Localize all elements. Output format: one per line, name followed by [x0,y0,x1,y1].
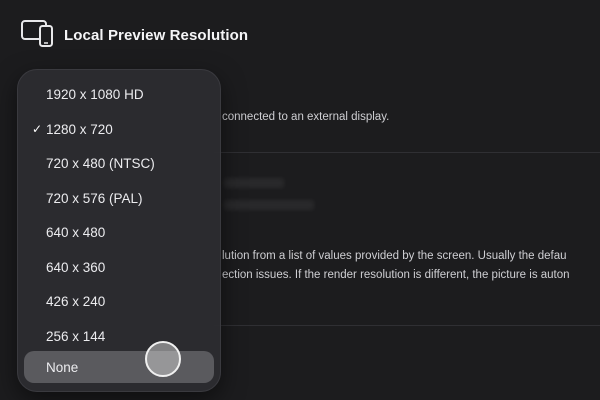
paragraph-text-line1: lution from a list of values provided by… [222,250,567,262]
menu-item-label: 1280 x 720 [46,121,113,137]
menu-item-label: 1920 x 1080 HD [46,86,144,102]
divider [214,325,600,326]
resolution-dropdown-menu: 1920 x 1080 HD ✓ 1280 x 720 720 x 480 (N… [17,69,221,392]
devices-icon [20,18,56,53]
menu-item-1920x1080[interactable]: 1920 x 1080 HD [24,78,214,110]
description-text: connected to an external display. [222,111,390,123]
pointer-cursor-icon [145,341,181,377]
checkmark-icon: ✓ [32,122,43,136]
menu-item-label: 720 x 576 (PAL) [46,190,143,206]
menu-item-label: 640 x 480 [46,224,106,240]
blurred-label [224,178,284,188]
settings-header: Local Preview Resolution [20,18,249,53]
menu-item-1280x720[interactable]: ✓ 1280 x 720 [24,113,214,145]
menu-item-720x576[interactable]: 720 x 576 (PAL) [24,182,214,214]
menu-item-720x480[interactable]: 720 x 480 (NTSC) [24,147,214,179]
menu-item-label: 426 x 240 [46,293,106,309]
menu-item-label: 256 x 144 [46,328,106,344]
page-title: Local Preview Resolution [64,26,249,44]
blurred-label [224,200,314,210]
menu-item-label: None [46,359,79,375]
menu-item-label: 720 x 480 (NTSC) [46,155,155,171]
menu-item-640x360[interactable]: 640 x 360 [24,251,214,283]
menu-item-426x240[interactable]: 426 x 240 [24,285,214,317]
menu-item-640x480[interactable]: 640 x 480 [24,216,214,248]
menu-item-none[interactable]: None [24,351,214,383]
divider [214,152,600,153]
menu-item-256x144[interactable]: 256 x 144 [24,320,214,352]
menu-item-label: 640 x 360 [46,259,106,275]
paragraph-text-line2: ection issues. If the render resolution … [222,269,570,281]
